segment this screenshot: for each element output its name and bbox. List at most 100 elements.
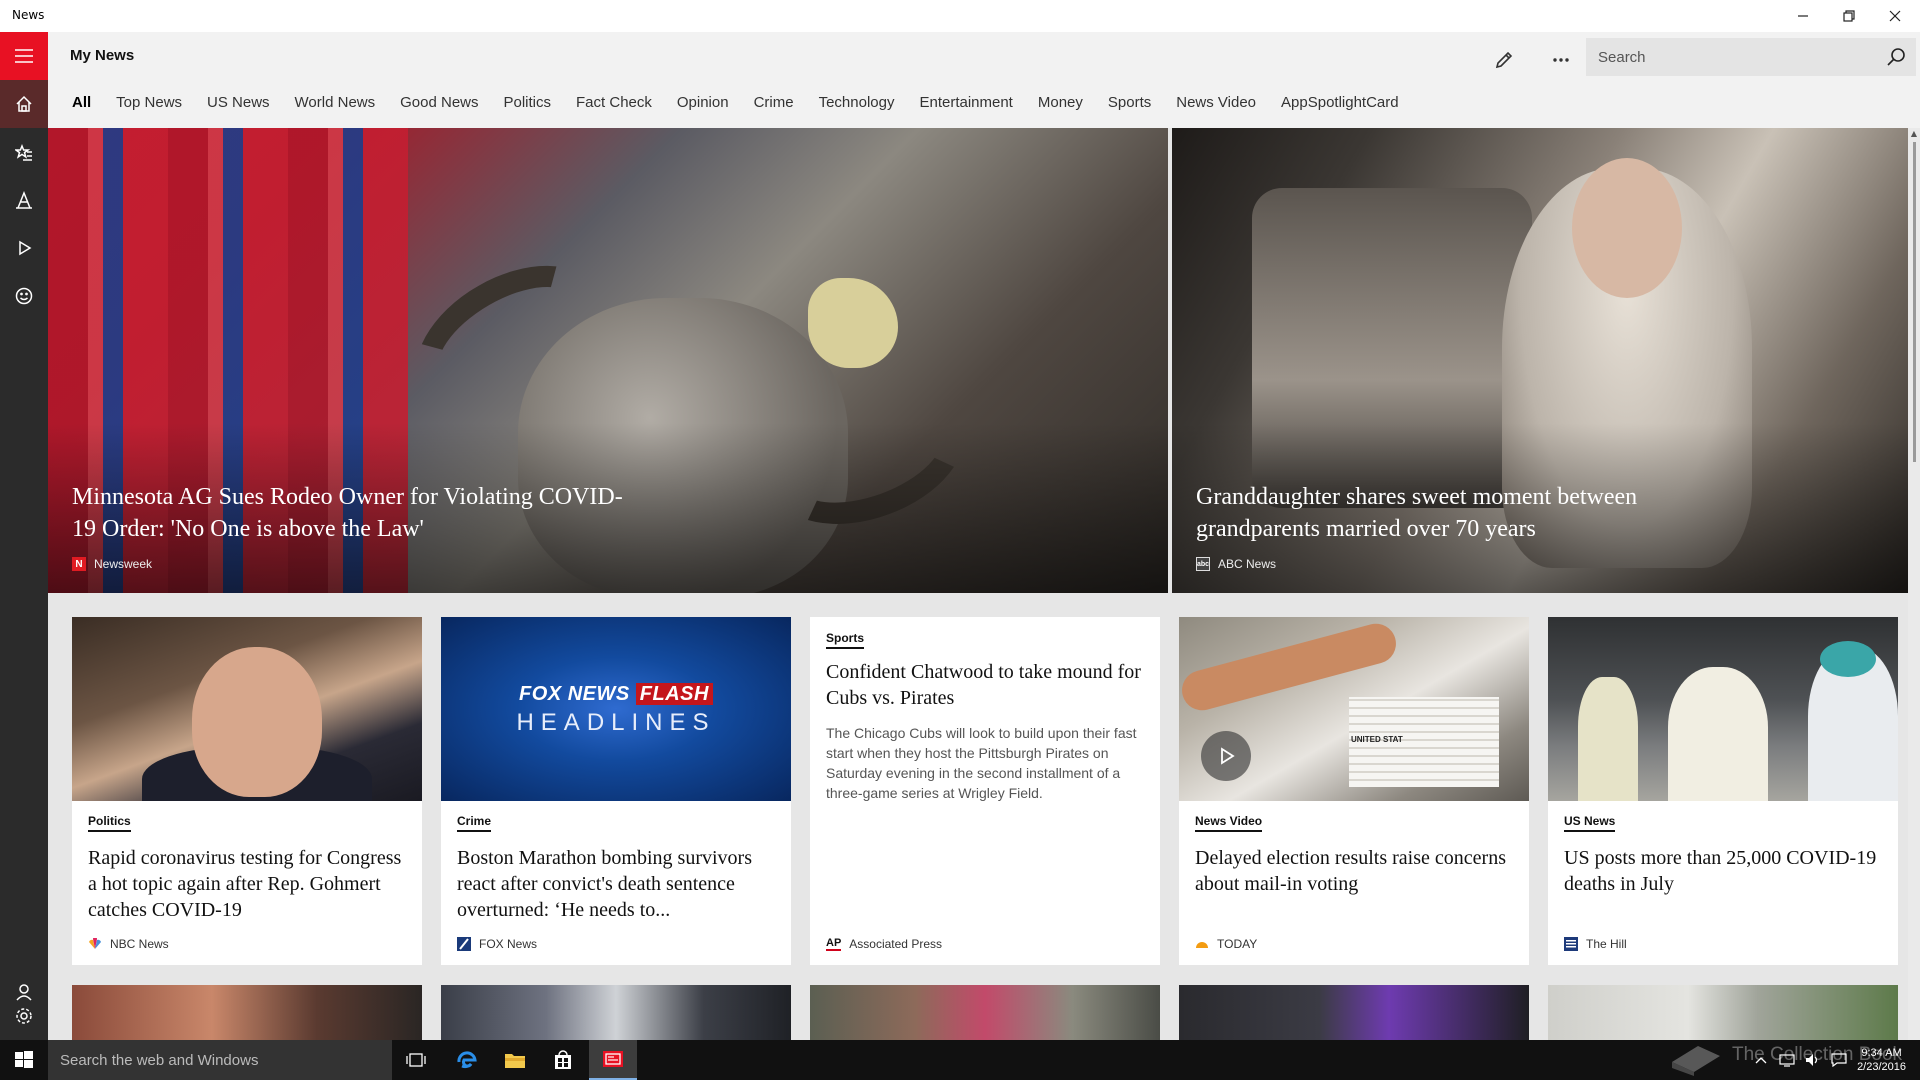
close-button[interactable] xyxy=(1872,0,1918,32)
tab-us-news[interactable]: US News xyxy=(207,94,270,111)
taskbar-search xyxy=(48,1040,392,1080)
story-category[interactable]: News Video xyxy=(1195,814,1263,832)
tab-opinion[interactable]: Opinion xyxy=(677,94,729,111)
today-sunrise-icon xyxy=(1195,937,1209,951)
story-card-covid-deaths[interactable]: US News US posts more than 25,000 COVID-… xyxy=(1548,617,1898,965)
story-card-chatwood[interactable]: Sports Confident Chatwood to take mound … xyxy=(810,617,1160,965)
ballot-box-label: UNITED STAT xyxy=(1351,735,1403,744)
story-source-name: NBC News xyxy=(110,937,169,951)
taskbar-search-input[interactable] xyxy=(48,1040,392,1080)
store-button[interactable] xyxy=(539,1040,587,1080)
story-card-peek[interactable] xyxy=(810,985,1160,1040)
ppe-hood xyxy=(1820,641,1876,677)
minimize-button[interactable] xyxy=(1780,0,1826,32)
notifications-icon[interactable] xyxy=(1831,1052,1847,1068)
story-card-boston-marathon[interactable]: FOX NEWS FLASH HEADLINES Crime Boston Ma… xyxy=(441,617,791,965)
story-card-peek[interactable] xyxy=(1179,985,1529,1040)
the-hill-logo xyxy=(1564,937,1578,951)
scroll-thumb[interactable] xyxy=(1913,142,1916,462)
volume-icon[interactable] xyxy=(1805,1052,1821,1068)
tab-politics[interactable]: Politics xyxy=(504,94,552,111)
more-options-button[interactable] xyxy=(1541,40,1581,80)
tab-world-news[interactable]: World News xyxy=(295,94,376,111)
settings-button[interactable] xyxy=(0,992,48,1040)
ppe-worker-1 xyxy=(1578,677,1638,801)
story-card-gohmert[interactable]: Politics Rapid coronavirus testing for C… xyxy=(72,617,422,965)
clock[interactable]: 9:34 AM 2/23/2016 xyxy=(1857,1046,1906,1074)
home-button[interactable] xyxy=(0,80,48,128)
tab-news-video[interactable]: News Video xyxy=(1176,94,1256,111)
system-tray: 9:34 AM 2/23/2016 xyxy=(1753,1040,1920,1080)
grandfather-head-image xyxy=(1572,158,1682,298)
story-source: FOX News xyxy=(457,937,537,951)
headlines-text: HEADLINES xyxy=(516,709,716,736)
tab-all[interactable]: All xyxy=(72,94,91,111)
navigation-rail xyxy=(0,32,48,1040)
fox-news-text: FOX NEWS xyxy=(519,683,630,705)
ap-logo: AP xyxy=(826,937,842,951)
tab-good-news[interactable]: Good News xyxy=(400,94,478,111)
star-list-icon xyxy=(15,143,32,161)
search-button[interactable] xyxy=(1876,38,1916,76)
task-view-icon xyxy=(406,1053,426,1067)
local-icon xyxy=(16,191,32,209)
tab-fact-check[interactable]: Fact Check xyxy=(576,94,652,111)
vertical-scrollbar[interactable]: ▲ xyxy=(1908,128,1920,1040)
page-header: My News All Top News US News World News … xyxy=(48,32,1920,128)
scroll-up-icon[interactable]: ▲ xyxy=(1908,128,1920,140)
story-title: Rapid coronavirus testing for Congress a… xyxy=(88,847,402,921)
good-news-button[interactable] xyxy=(0,272,48,320)
hero-source: abc ABC News xyxy=(1196,557,1276,571)
play-video-button[interactable] xyxy=(1201,731,1251,781)
story-source-name: TODAY xyxy=(1217,937,1258,951)
fox-news-logo xyxy=(457,937,471,951)
network-icon[interactable] xyxy=(1779,1052,1795,1068)
story-card-peek[interactable] xyxy=(1548,985,1898,1040)
story-category[interactable]: US News xyxy=(1564,814,1616,832)
home-icon xyxy=(16,95,32,112)
tab-sports[interactable]: Sports xyxy=(1108,94,1151,111)
title-bar: News xyxy=(0,0,1920,32)
task-view-button[interactable] xyxy=(392,1040,440,1080)
edge-button[interactable] xyxy=(443,1040,491,1080)
local-button[interactable] xyxy=(0,176,48,224)
clock-time: 9:34 AM xyxy=(1861,1047,1902,1059)
story-title: Delayed election results raise concerns … xyxy=(1195,847,1506,895)
interests-button[interactable] xyxy=(0,128,48,176)
hero-title: Minnesota AG Sues Rodeo Owner for Violat… xyxy=(72,484,623,542)
chevron-up-icon[interactable] xyxy=(1753,1052,1769,1068)
window-title: News xyxy=(12,8,45,22)
story-card-peek[interactable] xyxy=(441,985,791,1040)
nbc-peacock-icon xyxy=(88,937,102,951)
news-app-taskbar-button[interactable] xyxy=(589,1040,637,1080)
tab-money[interactable]: Money xyxy=(1038,94,1083,111)
smiley-icon xyxy=(15,287,33,305)
hero-story-grandparents[interactable]: Granddaughter shares sweet moment betwee… xyxy=(1172,128,1908,593)
hero-source-name: ABC News xyxy=(1218,557,1277,571)
tab-app-spotlight-card[interactable]: AppSpotlightCard xyxy=(1281,94,1399,111)
tab-technology[interactable]: Technology xyxy=(819,94,895,111)
newsweek-logo: N xyxy=(72,557,86,571)
tab-entertainment[interactable]: Entertainment xyxy=(919,94,1012,111)
restore-button[interactable] xyxy=(1826,0,1872,32)
video-button[interactable] xyxy=(0,224,48,272)
settings-icon xyxy=(16,1008,32,1024)
file-explorer-button[interactable] xyxy=(491,1040,539,1080)
play-icon xyxy=(1221,747,1235,765)
story-category[interactable]: Sports xyxy=(826,631,865,649)
story-category[interactable]: Crime xyxy=(457,814,492,832)
story-category[interactable]: Politics xyxy=(88,814,131,832)
tab-top-news[interactable]: Top News xyxy=(116,94,182,111)
edit-button[interactable] xyxy=(1484,40,1524,80)
story-title: Confident Chatwood to take mound for Cub… xyxy=(826,661,1141,709)
tab-crime[interactable]: Crime xyxy=(754,94,794,111)
hamburger-menu-button[interactable] xyxy=(0,32,48,80)
story-title: US posts more than 25,000 COVID-19 death… xyxy=(1564,847,1877,895)
story-card-election-results[interactable]: UNITED STAT News Video Delayed election … xyxy=(1179,617,1529,965)
flash-text: FLASH xyxy=(635,683,713,705)
story-card-peek[interactable] xyxy=(72,985,422,1040)
start-button[interactable] xyxy=(0,1040,48,1080)
search-input[interactable] xyxy=(1586,38,1876,76)
story-image xyxy=(1548,617,1898,801)
hero-story-rodeo[interactable]: Minnesota AG Sues Rodeo Owner for Violat… xyxy=(48,128,1168,593)
